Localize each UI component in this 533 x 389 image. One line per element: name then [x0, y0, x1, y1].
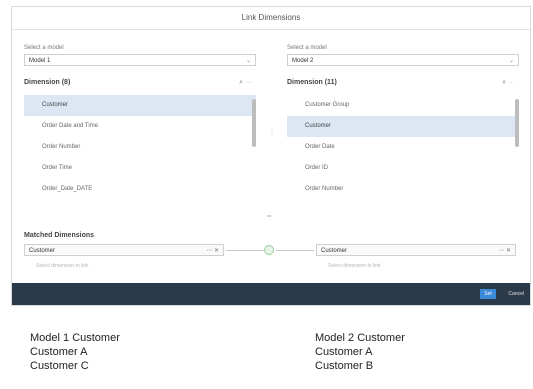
right-select-label: Select a model	[287, 45, 327, 51]
matched-left-value: Customer	[29, 248, 56, 254]
left-model-panel: Select a model Model 1 ⌄ Dimension (8) ⌕…	[24, 45, 256, 200]
right-model-panel: Select a model Model 2 ⌄ Dimension (11) …	[287, 45, 519, 200]
matched-right-field[interactable]: Customer ⋯ ✕	[316, 244, 516, 256]
left-model-select[interactable]: Model 1 ⌄	[24, 54, 256, 66]
matched-right-value: Customer	[321, 248, 348, 254]
list-item[interactable]: Order Date and Time	[24, 116, 256, 137]
left-dimensions-title: Dimension (8)	[24, 79, 71, 86]
table-row: Customer C	[30, 360, 89, 372]
link-line	[276, 250, 314, 251]
table-header: Model 1 Customer	[30, 332, 120, 344]
table-header: Model 2 Customer	[315, 332, 405, 344]
more-icon[interactable]: ⋯	[206, 248, 212, 254]
close-icon[interactable]: ✕	[214, 248, 219, 254]
left-list-scrollbar[interactable]	[252, 99, 256, 147]
left-link-hint: Select dimension to link	[36, 263, 89, 269]
list-item[interactable]: Order Time	[24, 158, 256, 179]
more-icon[interactable]: ⋯	[508, 79, 515, 86]
resize-handle-icon[interactable]: ═	[267, 214, 271, 220]
list-item[interactable]: Order Date	[287, 137, 519, 158]
column-splitter-handle[interactable]: ⋮	[269, 129, 275, 136]
chevron-down-icon: ⌄	[245, 58, 251, 64]
more-icon[interactable]: ⋯	[498, 248, 504, 254]
list-item[interactable]: Customer	[24, 95, 256, 116]
list-item[interactable]: Order ID	[287, 158, 519, 179]
dialog-title: Link Dimensions	[12, 7, 530, 30]
right-dimensions-title: Dimension (11)	[287, 79, 337, 86]
close-icon[interactable]: ✕	[506, 248, 511, 254]
set-button[interactable]: Set	[480, 289, 496, 299]
right-model-value: Model 2	[292, 58, 314, 64]
left-dimensions-header: Dimension (8) ⌕ ⋯	[24, 79, 256, 91]
table-row: Customer A	[30, 346, 88, 358]
matched-left-field[interactable]: Customer ⋯ ✕	[24, 244, 224, 256]
list-item[interactable]: Customer Group	[287, 95, 519, 116]
list-item[interactable]: Customer	[287, 116, 519, 137]
dialog-footer: Set Cancel	[12, 283, 530, 305]
search-icon[interactable]: ⌕	[502, 79, 506, 86]
search-icon[interactable]: ⌕	[239, 79, 243, 86]
table-row: Customer A	[315, 346, 373, 358]
right-model-select[interactable]: Model 2 ⌄	[287, 54, 519, 66]
link-node-icon[interactable]	[264, 245, 274, 255]
left-dimension-list[interactable]: Customer Order Date and Time Order Numbe…	[24, 95, 256, 200]
right-dimensions-header: Dimension (11) ⌕ ⋯	[287, 79, 519, 91]
model1-customer-table: Model 1 Customer Customer A Customer C	[30, 331, 120, 373]
chevron-down-icon: ⌄	[508, 58, 514, 64]
right-list-scrollbar[interactable]	[515, 99, 519, 147]
link-dimensions-dialog: Link Dimensions Select a model Model 1 ⌄…	[11, 6, 531, 306]
left-model-value: Model 1	[29, 58, 51, 64]
right-link-hint: Select dimension to link	[328, 263, 381, 269]
link-line	[226, 250, 266, 251]
model2-customer-table: Model 2 Customer Customer A Customer B	[315, 331, 405, 373]
left-select-label: Select a model	[24, 45, 64, 51]
right-dimension-list[interactable]: Customer Group Customer Order Date Order…	[287, 95, 519, 200]
cancel-button[interactable]: Cancel	[508, 289, 524, 299]
more-icon[interactable]: ⋯	[245, 79, 252, 86]
list-item[interactable]: Order Number	[287, 179, 519, 200]
list-item[interactable]: Order Number	[24, 137, 256, 158]
list-item[interactable]: Order_Date_DATE	[24, 179, 256, 200]
matched-dimensions-title: Matched Dimensions	[24, 232, 95, 239]
table-row: Customer B	[315, 360, 374, 372]
